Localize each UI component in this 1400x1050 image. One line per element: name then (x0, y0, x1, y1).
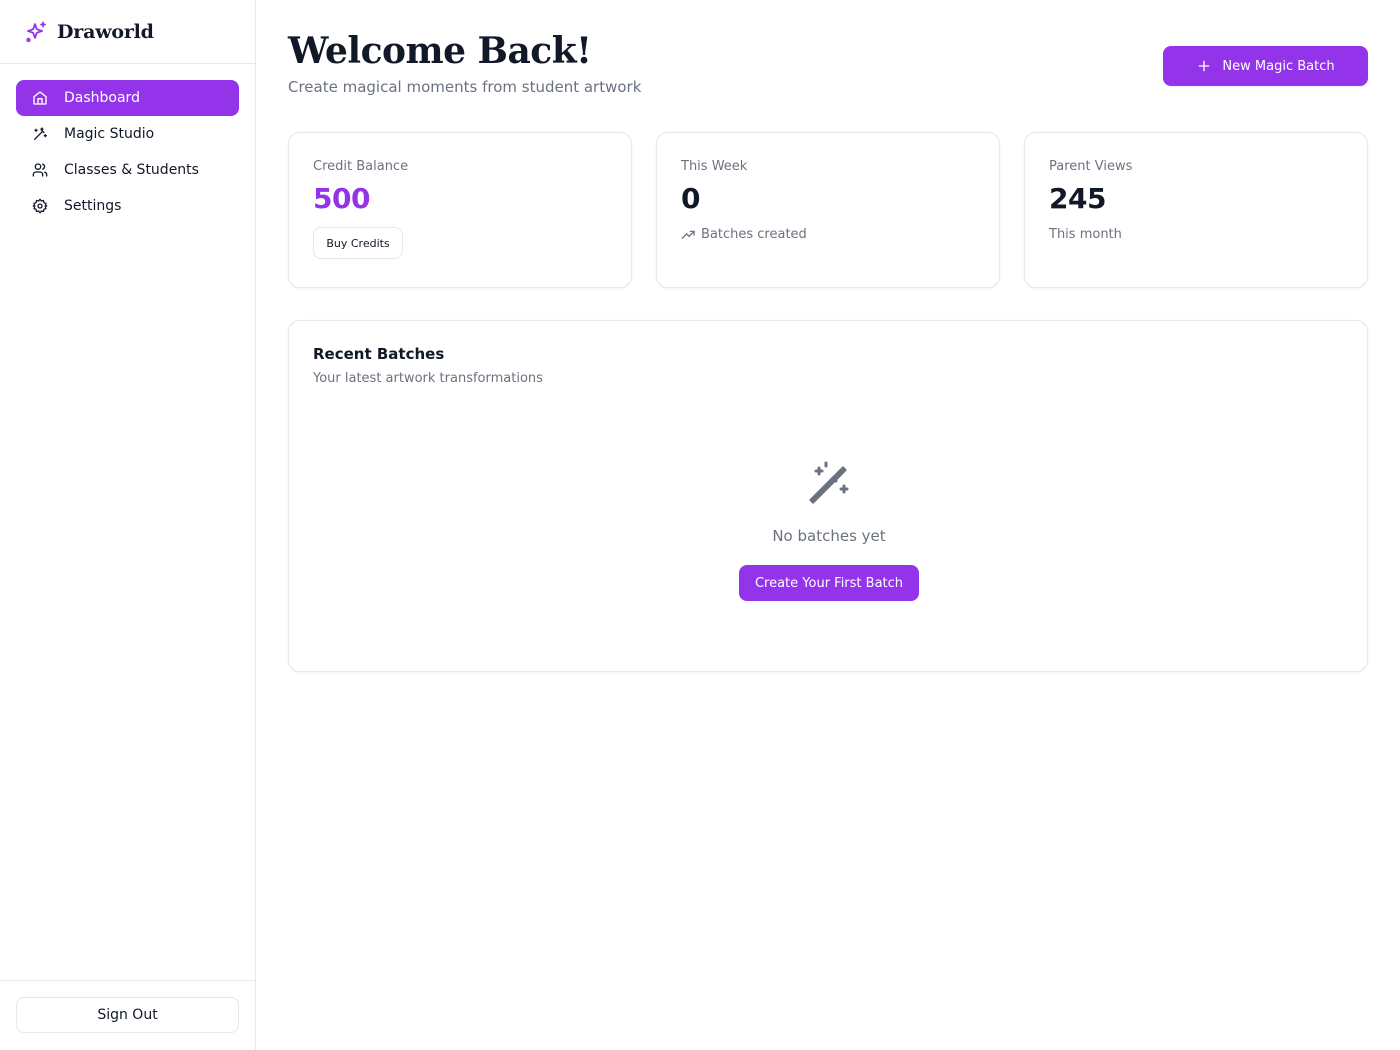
users-icon (32, 162, 48, 178)
home-icon (32, 90, 48, 106)
new-magic-batch-label: New Magic Batch (1222, 58, 1335, 74)
sidebar: Draworld Dashboard Magic Studio Classes … (0, 0, 256, 1050)
this-week-card: This Week 0 Batches created (656, 132, 1000, 288)
sidebar-item-label: Magic Studio (64, 126, 155, 142)
create-first-batch-button[interactable]: Create Your First Batch (739, 565, 919, 601)
sidebar-footer: Sign Out (0, 980, 255, 1050)
sidebar-item-label: Classes & Students (64, 162, 199, 178)
page-subtitle: Create magical moments from student artw… (288, 78, 642, 96)
brand-name: Draworld (57, 20, 154, 43)
credit-balance-card: Credit Balance 500 Buy Credits (288, 132, 632, 288)
recent-batches-card: Recent Batches Your latest artwork trans… (288, 320, 1368, 672)
this-week-value: 0 (681, 182, 700, 215)
credit-balance-value: 500 (313, 182, 370, 215)
stat-footnote: This month (1049, 227, 1343, 242)
sparkles-icon (24, 20, 48, 44)
buy-credits-button[interactable]: Buy Credits (313, 227, 403, 259)
stat-footnote: Batches created (681, 227, 975, 242)
sidebar-nav: Dashboard Magic Studio Classes & Student… (0, 64, 255, 240)
sidebar-item-settings[interactable]: Settings (16, 188, 239, 224)
stat-footnote-text: Batches created (701, 227, 807, 242)
new-magic-batch-button[interactable]: New Magic Batch (1163, 46, 1368, 86)
plus-icon (1196, 58, 1212, 74)
magic-wand-icon (805, 459, 853, 507)
recent-batches-subtitle: Your latest artwork transformations (313, 371, 543, 386)
magic-wand-icon (32, 126, 48, 142)
recent-batches-title: Recent Batches (313, 345, 445, 363)
sign-out-button[interactable]: Sign Out (16, 997, 239, 1033)
sidebar-item-label: Settings (64, 198, 122, 214)
parent-views-value: 245 (1049, 182, 1106, 215)
empty-state-text: No batches yet (772, 527, 886, 545)
gear-icon (32, 198, 48, 214)
stats-row: Credit Balance 500 Buy Credits This Week… (288, 132, 1368, 288)
empty-state: No batches yet Create Your First Batch (289, 459, 1369, 601)
sidebar-item-classes-students[interactable]: Classes & Students (16, 152, 239, 188)
stat-label: Credit Balance (313, 159, 409, 174)
page-title: Welcome Back! (288, 30, 592, 72)
sidebar-item-dashboard[interactable]: Dashboard (16, 80, 239, 116)
brand-header: Draworld (0, 0, 255, 64)
trending-up-icon (681, 227, 696, 242)
parent-views-card: Parent Views 245 This month (1024, 132, 1368, 288)
sidebar-item-label: Dashboard (64, 90, 140, 106)
sidebar-item-magic-studio[interactable]: Magic Studio (16, 116, 239, 152)
stat-footnote-text: This month (1049, 227, 1122, 242)
stat-label: This Week (681, 159, 748, 174)
stat-label: Parent Views (1049, 159, 1133, 174)
